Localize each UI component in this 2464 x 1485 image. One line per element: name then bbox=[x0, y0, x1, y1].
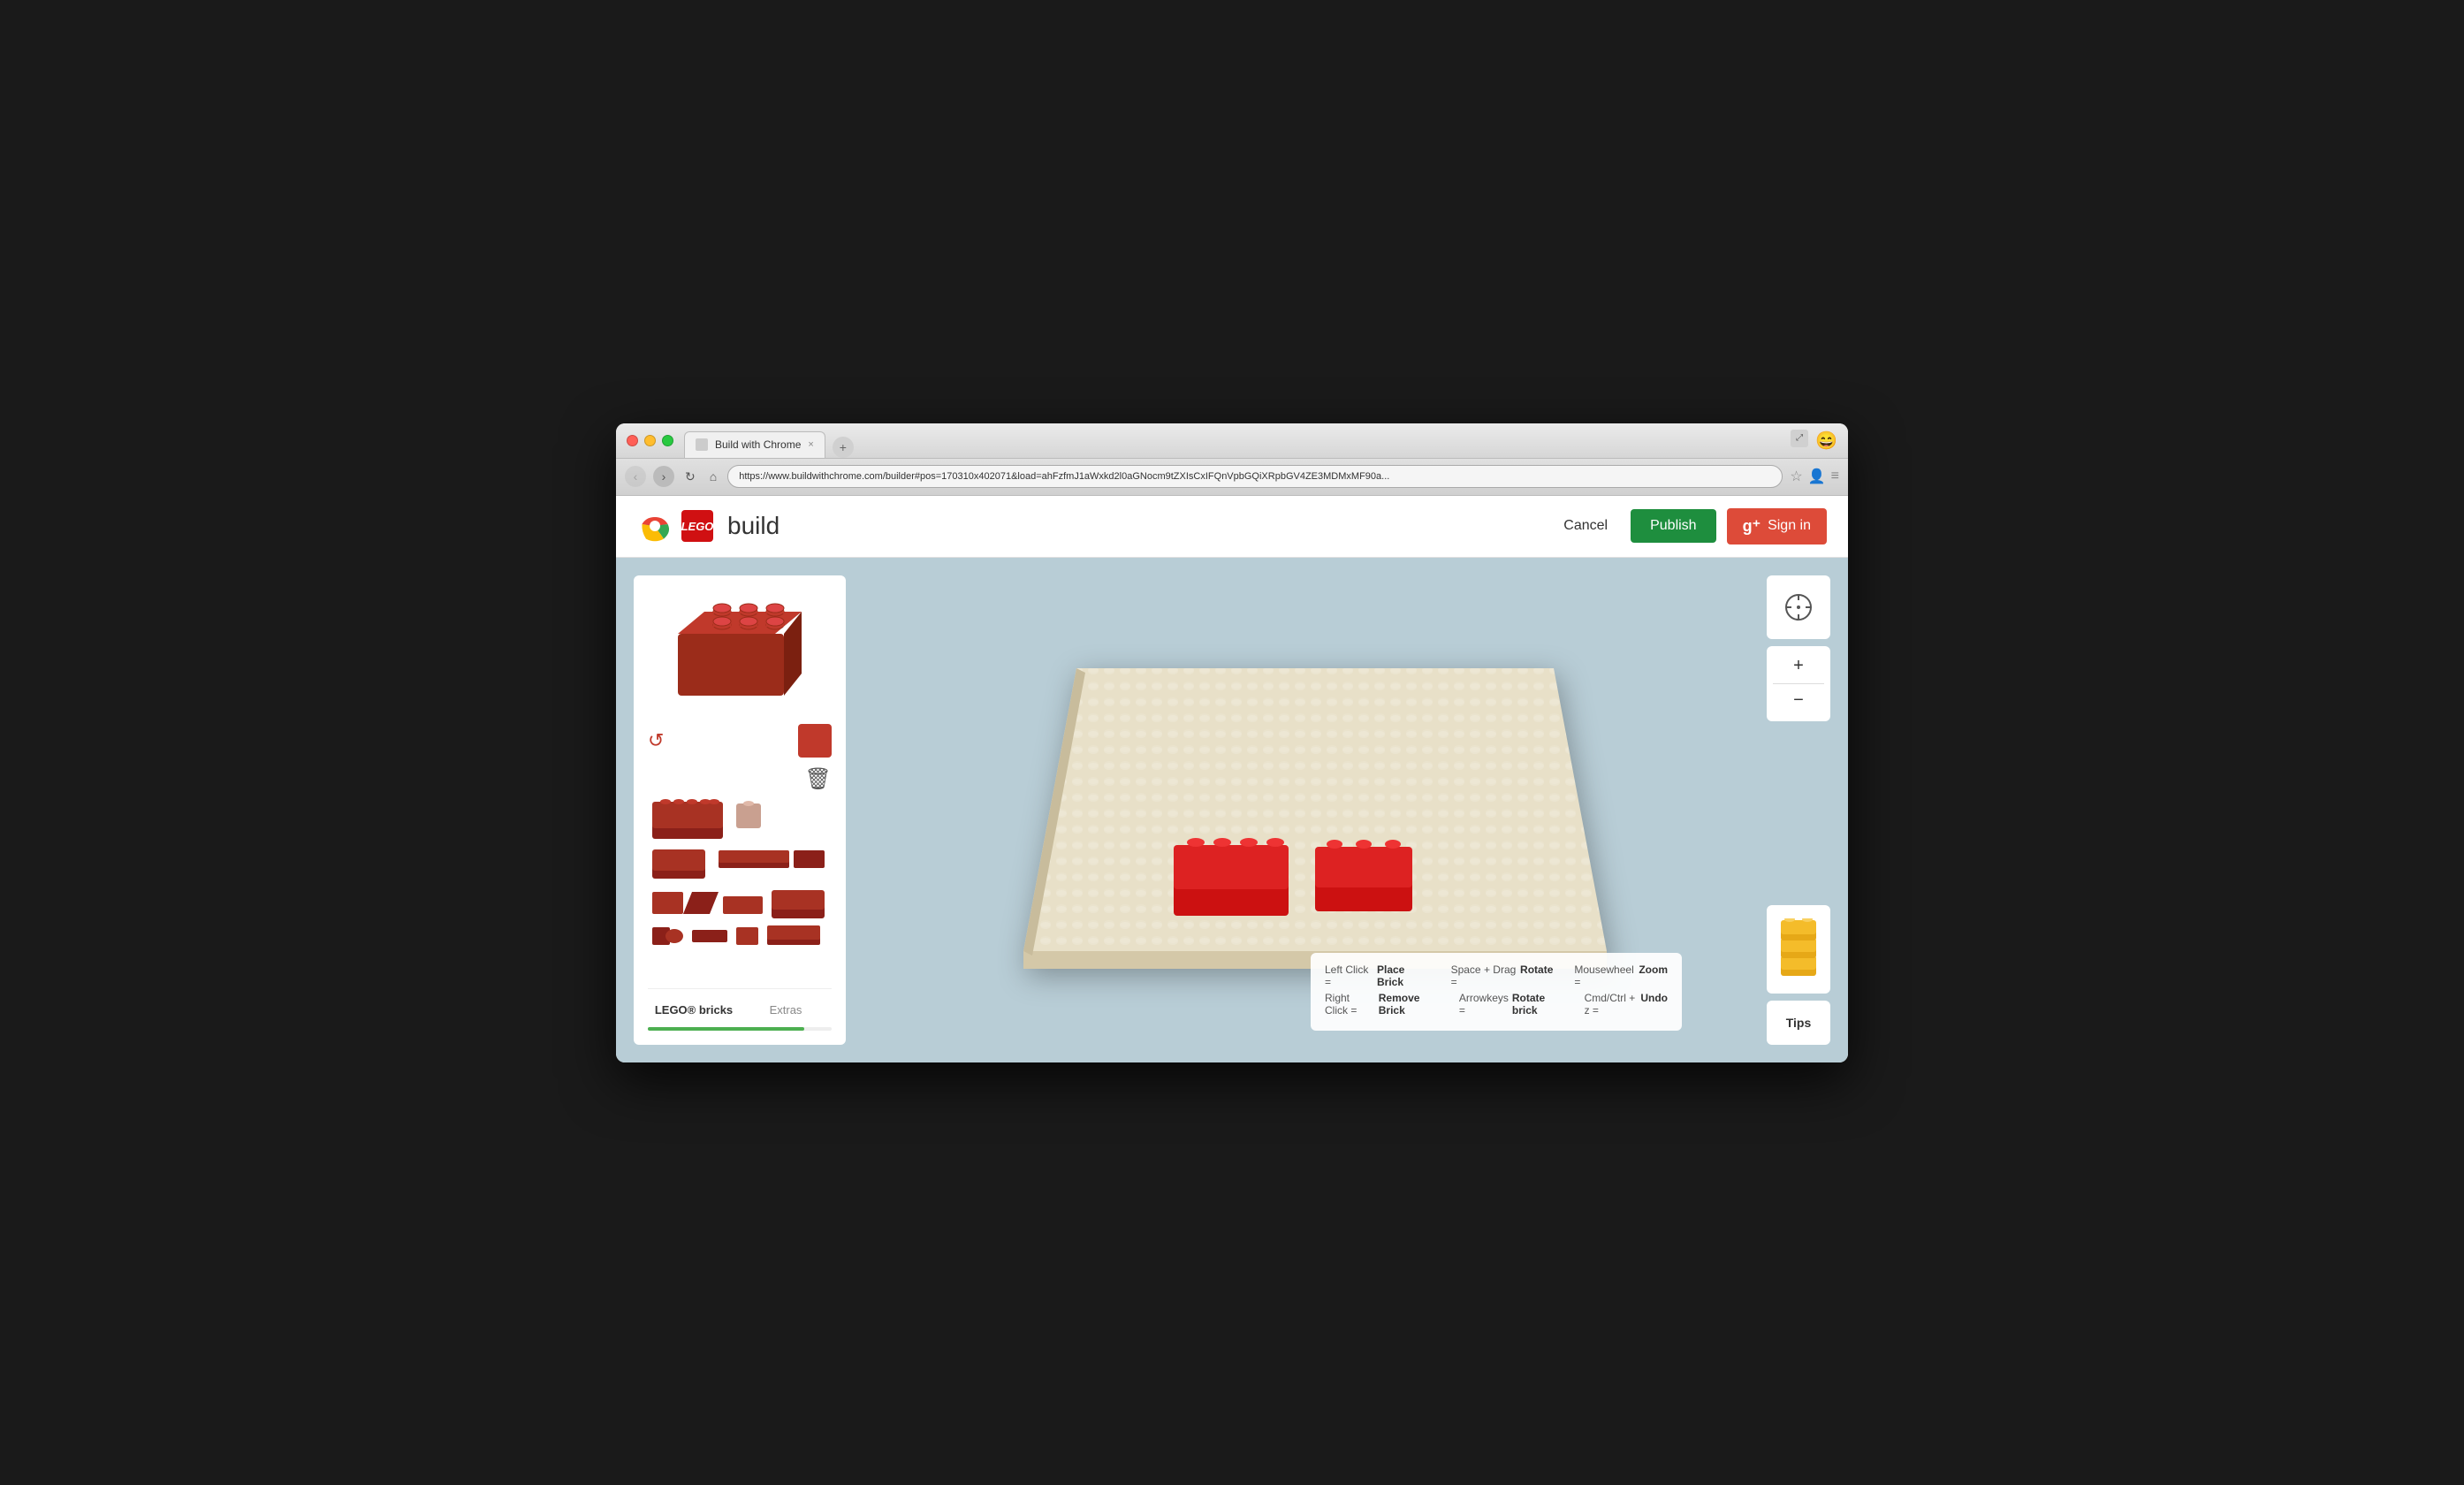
tip-undo: Cmd/Ctrl + z = Undo bbox=[1585, 992, 1668, 1017]
gplus-icon: g⁺ bbox=[1743, 517, 1761, 536]
tip-left-click-action: Place Brick bbox=[1377, 963, 1430, 988]
delete-area: 🗑 bbox=[648, 766, 832, 792]
forward-button[interactable]: › bbox=[653, 466, 674, 487]
canvas-area[interactable]: Left Click = Place Brick Space + Drag = … bbox=[860, 575, 1753, 1045]
tab-label: Build with Chrome bbox=[715, 438, 801, 451]
refresh-button[interactable]: ↻ bbox=[681, 468, 699, 486]
tips-button[interactable]: Tips bbox=[1767, 1001, 1830, 1045]
main-content: ↺ 🗑 bbox=[616, 558, 1848, 1062]
lego-board[interactable] bbox=[1006, 615, 1607, 1004]
lego-text: LEGO bbox=[681, 520, 714, 533]
brick-3d-preview bbox=[673, 603, 806, 700]
window-resize-button[interactable]: ⤢ bbox=[1791, 430, 1808, 447]
bricks-grid bbox=[648, 799, 832, 978]
user-avatar-icon[interactable]: 👤 bbox=[1808, 468, 1826, 485]
menu-icon[interactable]: ≡ bbox=[1831, 468, 1839, 484]
header-actions: Cancel Publish g⁺ Sign in bbox=[1551, 508, 1827, 544]
placed-brick-1[interactable] bbox=[1174, 838, 1289, 916]
tips-row-2: Right Click = Remove Brick Arrowkeys = R… bbox=[1325, 992, 1668, 1017]
delete-button[interactable]: 🗑 bbox=[805, 766, 832, 792]
window-controls: ⤢ 😄 bbox=[1791, 430, 1837, 452]
url-input[interactable] bbox=[727, 465, 1783, 488]
url-actions: ☆ 👤 ≡ bbox=[1790, 468, 1839, 485]
compass-button[interactable] bbox=[1767, 575, 1830, 639]
compass-icon bbox=[1783, 591, 1814, 623]
build-title: build bbox=[727, 512, 780, 540]
tip-left-click-key: Left Click = bbox=[1325, 963, 1373, 988]
brick-preview bbox=[648, 590, 832, 713]
tip-arrowkeys-action: Rotate brick bbox=[1512, 992, 1563, 1017]
lego-blocks-icon[interactable] bbox=[1767, 905, 1830, 994]
title-bar: Build with Chrome × + ⤢ 😄 bbox=[616, 423, 1848, 459]
cancel-button[interactable]: Cancel bbox=[1551, 511, 1620, 541]
tip-mousewheel-action: Zoom bbox=[1639, 963, 1668, 988]
emoji-avatar: 😄 bbox=[1815, 430, 1837, 452]
maximize-button[interactable] bbox=[662, 435, 673, 446]
tip-arrowkeys-key: Arrowkeys = bbox=[1459, 992, 1509, 1017]
tip-left-click: Left Click = Place Brick bbox=[1325, 963, 1430, 988]
bookmark-icon[interactable]: ☆ bbox=[1790, 468, 1802, 485]
tip-mousewheel: Mousewheel = Zoom bbox=[1574, 963, 1668, 988]
placed-brick-2[interactable] bbox=[1315, 840, 1412, 911]
lego-logo: LEGO bbox=[681, 510, 713, 542]
zoom-out-button[interactable]: − bbox=[1783, 688, 1814, 714]
zoom-in-button[interactable]: + bbox=[1783, 653, 1814, 680]
new-tab-button[interactable]: + bbox=[833, 437, 854, 458]
rotate-button[interactable]: ↺ bbox=[648, 729, 664, 752]
zoom-panel: + − bbox=[1767, 646, 1830, 721]
yellow-bricks-svg bbox=[1776, 918, 1821, 980]
signin-label: Sign in bbox=[1768, 518, 1811, 534]
tip-right-click-action: Remove Brick bbox=[1379, 992, 1438, 1017]
chrome-logo bbox=[637, 508, 673, 544]
tip-space-action: Rotate bbox=[1520, 963, 1553, 988]
brick-collection bbox=[648, 799, 832, 949]
signin-button[interactable]: g⁺ Sign in bbox=[1727, 508, 1827, 544]
tip-cmd-z-action: Undo bbox=[1640, 992, 1668, 1017]
logo-area: LEGO build bbox=[637, 508, 780, 544]
color-swatch[interactable] bbox=[798, 724, 832, 758]
progress-fill bbox=[648, 1027, 804, 1031]
tips-panel: Left Click = Place Brick Space + Drag = … bbox=[1311, 953, 1682, 1031]
tab-bar: Build with Chrome × + bbox=[684, 423, 854, 458]
tip-mousewheel-key: Mousewheel = bbox=[1574, 963, 1635, 988]
right-panel: + − bbox=[1767, 575, 1830, 1045]
lego-bricks-tab[interactable]: LEGO® bricks bbox=[648, 1000, 740, 1020]
tips-row-1: Left Click = Place Brick Space + Drag = … bbox=[1325, 963, 1668, 988]
url-bar: ‹ › ↻ ⌂ ☆ 👤 ≡ bbox=[616, 459, 1848, 496]
active-tab[interactable]: Build with Chrome × bbox=[684, 431, 825, 458]
tip-arrowkeys: Arrowkeys = Rotate brick bbox=[1459, 992, 1563, 1017]
left-panel: ↺ 🗑 bbox=[634, 575, 846, 1045]
extras-tab[interactable]: Extras bbox=[740, 1000, 832, 1020]
publish-button[interactable]: Publish bbox=[1631, 509, 1715, 543]
traffic-lights bbox=[627, 435, 673, 446]
panel-tabs: LEGO® bricks Extras bbox=[648, 988, 832, 1020]
minimize-button[interactable] bbox=[644, 435, 656, 446]
mac-window: Build with Chrome × + ⤢ 😄 ‹ › ↻ ⌂ ☆ 👤 ≡ bbox=[616, 423, 1848, 1062]
back-button[interactable]: ‹ bbox=[625, 466, 646, 487]
panel-controls: ↺ bbox=[648, 724, 832, 758]
tip-right-click-key: Right Click = bbox=[1325, 992, 1375, 1017]
app-header: LEGO build Cancel Publish g⁺ Sign in bbox=[616, 496, 1848, 558]
tip-cmd-z-key: Cmd/Ctrl + z = bbox=[1585, 992, 1638, 1017]
tip-space-key: Space + Drag = bbox=[1451, 963, 1517, 988]
tip-right-click: Right Click = Remove Brick bbox=[1325, 992, 1438, 1017]
home-button[interactable]: ⌂ bbox=[706, 468, 720, 485]
close-button[interactable] bbox=[627, 435, 638, 446]
tip-space-drag: Space + Drag = Rotate bbox=[1451, 963, 1554, 988]
tab-favicon bbox=[696, 438, 708, 451]
progress-bar bbox=[648, 1027, 832, 1031]
zoom-divider bbox=[1773, 683, 1824, 684]
tab-close-button[interactable]: × bbox=[808, 439, 813, 450]
